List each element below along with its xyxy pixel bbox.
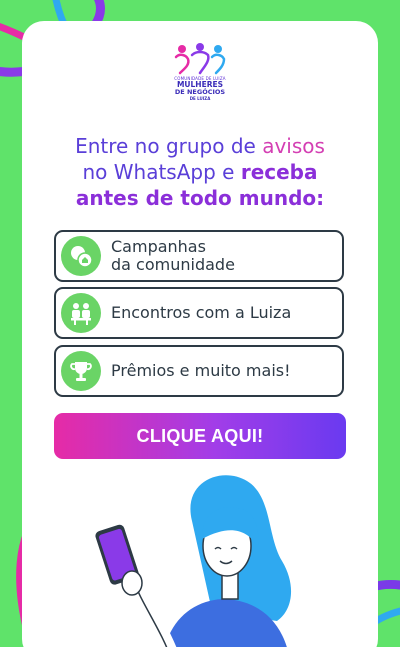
headline-line1-a: Entre no grupo de bbox=[75, 134, 263, 158]
feature-campaigns-line2: da comunidade bbox=[111, 255, 235, 274]
logo-line3: DE LUIZA bbox=[189, 96, 211, 101]
trophy-icon bbox=[61, 351, 101, 391]
feature-meetings-label: Encontros com a Luiza bbox=[111, 303, 292, 322]
click-here-button[interactable]: CLIQUE AQUI! bbox=[54, 413, 346, 459]
promo-card: COMUNIDADE DE LUIZA MULHERES DE NEGÓCIOS… bbox=[22, 21, 378, 647]
headline-line2-b: receba bbox=[240, 160, 318, 184]
feature-prizes-label: Prêmios e muito mais! bbox=[111, 361, 291, 380]
woman-with-phone-illustration bbox=[95, 475, 292, 647]
chat-bubbles-icon bbox=[61, 236, 101, 276]
headline-line1-b: avisos bbox=[262, 134, 325, 158]
headline: Entre no grupo de avisos no WhatsApp e r… bbox=[22, 133, 378, 211]
feature-prizes: Prêmios e muito mais! bbox=[54, 345, 344, 397]
meeting-icon bbox=[61, 293, 101, 333]
headline-line3: antes de todo mundo: bbox=[75, 186, 325, 210]
feature-meetings: Encontros com a Luiza bbox=[54, 287, 344, 339]
headline-line2-a: no WhatsApp e bbox=[82, 160, 241, 184]
people-logo-icon bbox=[174, 43, 226, 75]
feature-campaigns: Campanhas da comunidade bbox=[54, 230, 344, 282]
logo-line2: DE NEGÓCIOS bbox=[174, 88, 226, 96]
community-logo: COMUNIDADE DE LUIZA MULHERES DE NEGÓCIOS… bbox=[167, 43, 233, 133]
feature-campaigns-line1: Campanhas bbox=[111, 237, 206, 256]
